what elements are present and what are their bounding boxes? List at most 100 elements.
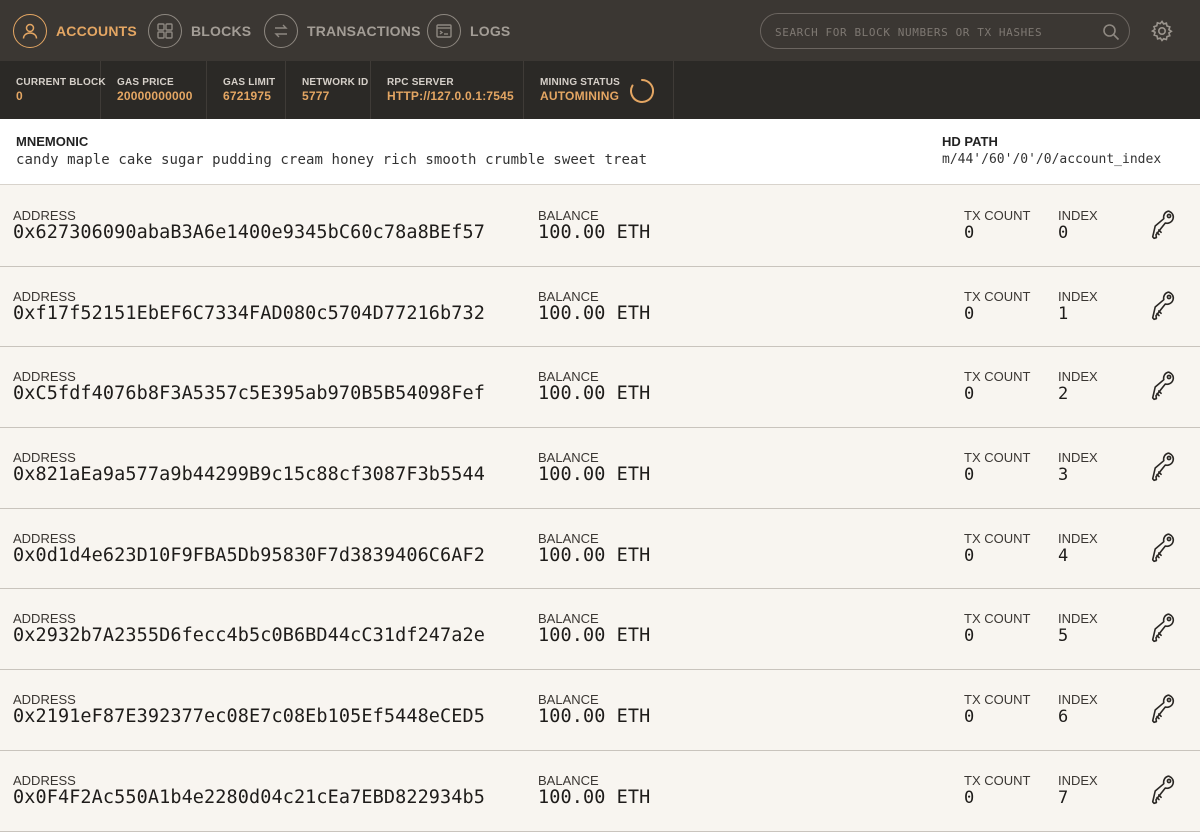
balance-value: 100.00 ETH xyxy=(538,464,651,486)
tx-count-value: 0 xyxy=(964,223,975,243)
index-value: 7 xyxy=(1058,787,1069,808)
index-value: 5 xyxy=(1058,626,1069,647)
key-icon[interactable] xyxy=(1150,369,1178,403)
search-box xyxy=(760,13,1130,50)
index-value: 3 xyxy=(1058,465,1069,486)
swap-arrows-icon xyxy=(264,14,298,48)
address-label: ADDRESS xyxy=(13,530,76,546)
mnemonic-value: candy maple cake sugar pudding cream hon… xyxy=(16,152,648,168)
index-label: INDEX xyxy=(1058,450,1098,466)
top-nav: ACCOUNTS BLOCKS TRANSACTIONS LOGS xyxy=(0,0,1200,62)
address-label: ADDRESS xyxy=(13,208,76,223)
tx-count-label: TX COUNT xyxy=(964,530,1031,546)
balance-label: BALANCE xyxy=(538,530,599,546)
account-row[interactable]: ADDRESS 0x627306090abaB3A6e1400e9345bC60c… xyxy=(0,186,1200,267)
index-label: INDEX xyxy=(1058,611,1098,627)
spinner-icon xyxy=(629,78,655,104)
nav-blocks[interactable]: BLOCKS xyxy=(148,13,251,49)
balance-label: BALANCE xyxy=(538,208,599,223)
gas-price-value: 20000000000 xyxy=(117,89,193,103)
tx-count-value: 0 xyxy=(964,545,975,566)
search-input[interactable] xyxy=(773,14,1097,50)
account-row[interactable]: ADDRESS 0x0F4F2Ac550A1b4e2280d04c21cEa7EB… xyxy=(0,750,1200,832)
network-id-value: 5777 xyxy=(302,89,330,103)
balance-value: 100.00 ETH xyxy=(538,786,651,808)
mnemonic-panel: MNEMONIC candy maple cake sugar pudding … xyxy=(0,119,1200,185)
tx-count-value: 0 xyxy=(964,626,975,647)
tx-count-value: 0 xyxy=(964,707,975,728)
tx-count-value: 0 xyxy=(964,787,975,808)
account-row[interactable]: ADDRESS 0x0d1d4e623D10F9FBA5Db95830F7d383… xyxy=(0,508,1200,590)
address-value: 0x627306090abaB3A6e1400e9345bC60c78a8BEf… xyxy=(13,222,485,243)
key-icon[interactable] xyxy=(1150,450,1178,484)
stat-rpc-server: RPC SERVER HTTP://127.0.0.1:7545 xyxy=(371,61,524,119)
tx-count-label: TX COUNT xyxy=(964,772,1031,788)
balance-value: 100.00 ETH xyxy=(538,222,651,243)
balance-value: 100.00 ETH xyxy=(538,706,651,728)
gas-limit-value: 6721975 xyxy=(223,89,272,103)
account-row[interactable]: ADDRESS 0x2191eF87E392377ec08E7c08Eb105Ef… xyxy=(0,670,1200,751)
index-label: INDEX xyxy=(1058,208,1098,223)
terminal-icon xyxy=(427,14,461,48)
nav-blocks-label: BLOCKS xyxy=(191,23,252,39)
index-label: INDEX xyxy=(1058,692,1098,708)
address-value: 0x2932b7A2355D6fecc4b5c0B6BD44cC31df247a… xyxy=(13,625,485,647)
stat-gas-price: GAS PRICE 20000000000 xyxy=(101,61,207,119)
balance-label: BALANCE xyxy=(538,692,599,708)
index-label: INDEX xyxy=(1058,369,1098,385)
current-block-label: CURRENT BLOCK xyxy=(16,77,106,88)
mining-status-label: MINING STATUS xyxy=(540,77,621,88)
index-value: 2 xyxy=(1058,384,1069,405)
stat-current-block: CURRENT BLOCK 0 xyxy=(0,61,106,119)
gear-icon[interactable] xyxy=(1150,19,1174,43)
gas-price-label: GAS PRICE xyxy=(117,77,174,88)
address-label: ADDRESS xyxy=(13,288,76,304)
account-row[interactable]: ADDRESS 0x2932b7A2355D6fecc4b5c0B6BD44cC3… xyxy=(0,589,1200,671)
index-value: 4 xyxy=(1058,545,1069,566)
status-bar: CURRENT BLOCK 0 GAS PRICE 20000000000 GA… xyxy=(0,61,1200,119)
account-row[interactable]: ADDRESS 0x821aEa9a577a9b44299B9c15c88cf30… xyxy=(0,428,1200,509)
nav-logs-label: LOGS xyxy=(470,23,511,39)
balance-value: 100.00 ETH xyxy=(538,302,651,324)
key-icon[interactable] xyxy=(1150,692,1178,726)
tx-count-label: TX COUNT xyxy=(964,450,1031,466)
address-label: ADDRESS xyxy=(13,611,76,627)
nav-transactions-label: TRANSACTIONS xyxy=(307,23,421,39)
stat-gas-limit: GAS LIMIT 6721975 xyxy=(207,61,286,119)
rpc-server-label: RPC SERVER xyxy=(387,77,454,88)
key-icon[interactable] xyxy=(1150,773,1178,807)
user-icon xyxy=(13,14,47,48)
key-icon[interactable] xyxy=(1150,531,1178,565)
balance-value: 100.00 ETH xyxy=(538,383,651,405)
address-value: 0x821aEa9a577a9b44299B9c15c88cf3087F3b55… xyxy=(13,464,485,486)
balance-label: BALANCE xyxy=(538,450,599,466)
nav-transactions[interactable]: TRANSACTIONS xyxy=(264,13,421,49)
nav-accounts[interactable]: ACCOUNTS xyxy=(13,13,137,49)
network-id-label: NETWORK ID xyxy=(302,77,369,88)
mining-status-value: AUTOMINING xyxy=(540,89,620,103)
search-icon[interactable] xyxy=(1101,22,1121,42)
key-icon[interactable] xyxy=(1150,611,1178,645)
tx-count-value: 0 xyxy=(964,465,975,486)
tx-count-value: 0 xyxy=(964,384,975,405)
key-icon[interactable] xyxy=(1150,289,1178,323)
address-label: ADDRESS xyxy=(13,450,76,466)
index-label: INDEX xyxy=(1058,530,1098,546)
account-row[interactable]: ADDRESS 0xf17f52151EbEF6C7334FAD080c5704D… xyxy=(0,266,1200,348)
address-value: 0x0F4F2Ac550A1b4e2280d04c21cEa7EBD822934… xyxy=(13,786,485,808)
rpc-server-value: HTTP://127.0.0.1:7545 xyxy=(387,89,514,103)
index-value: 6 xyxy=(1058,707,1069,728)
key-icon[interactable] xyxy=(1150,208,1178,242)
tx-count-label: TX COUNT xyxy=(964,288,1031,304)
accounts-list: ADDRESS 0x627306090abaB3A6e1400e9345bC60c… xyxy=(0,186,1200,832)
address-value: 0x2191eF87E392377ec08E7c08Eb105Ef5448eCE… xyxy=(13,706,485,728)
address-label: ADDRESS xyxy=(13,692,76,708)
nav-logs[interactable]: LOGS xyxy=(427,13,510,49)
address-value: 0xf17f52151EbEF6C7334FAD080c5704D77216b7… xyxy=(13,302,485,324)
account-row[interactable]: ADDRESS 0xC5fdf4076b8F3A5357c5E395ab970B5… xyxy=(0,347,1200,429)
stat-network-id: NETWORK ID 5777 xyxy=(286,61,371,119)
address-value: 0x0d1d4e623D10F9FBA5Db95830F7d3839406C6A… xyxy=(13,544,485,566)
balance-label: BALANCE xyxy=(538,772,599,788)
hd-path-value: m/44'/60'/0'/0/account_index xyxy=(942,152,1162,167)
index-value: 1 xyxy=(1058,303,1069,324)
